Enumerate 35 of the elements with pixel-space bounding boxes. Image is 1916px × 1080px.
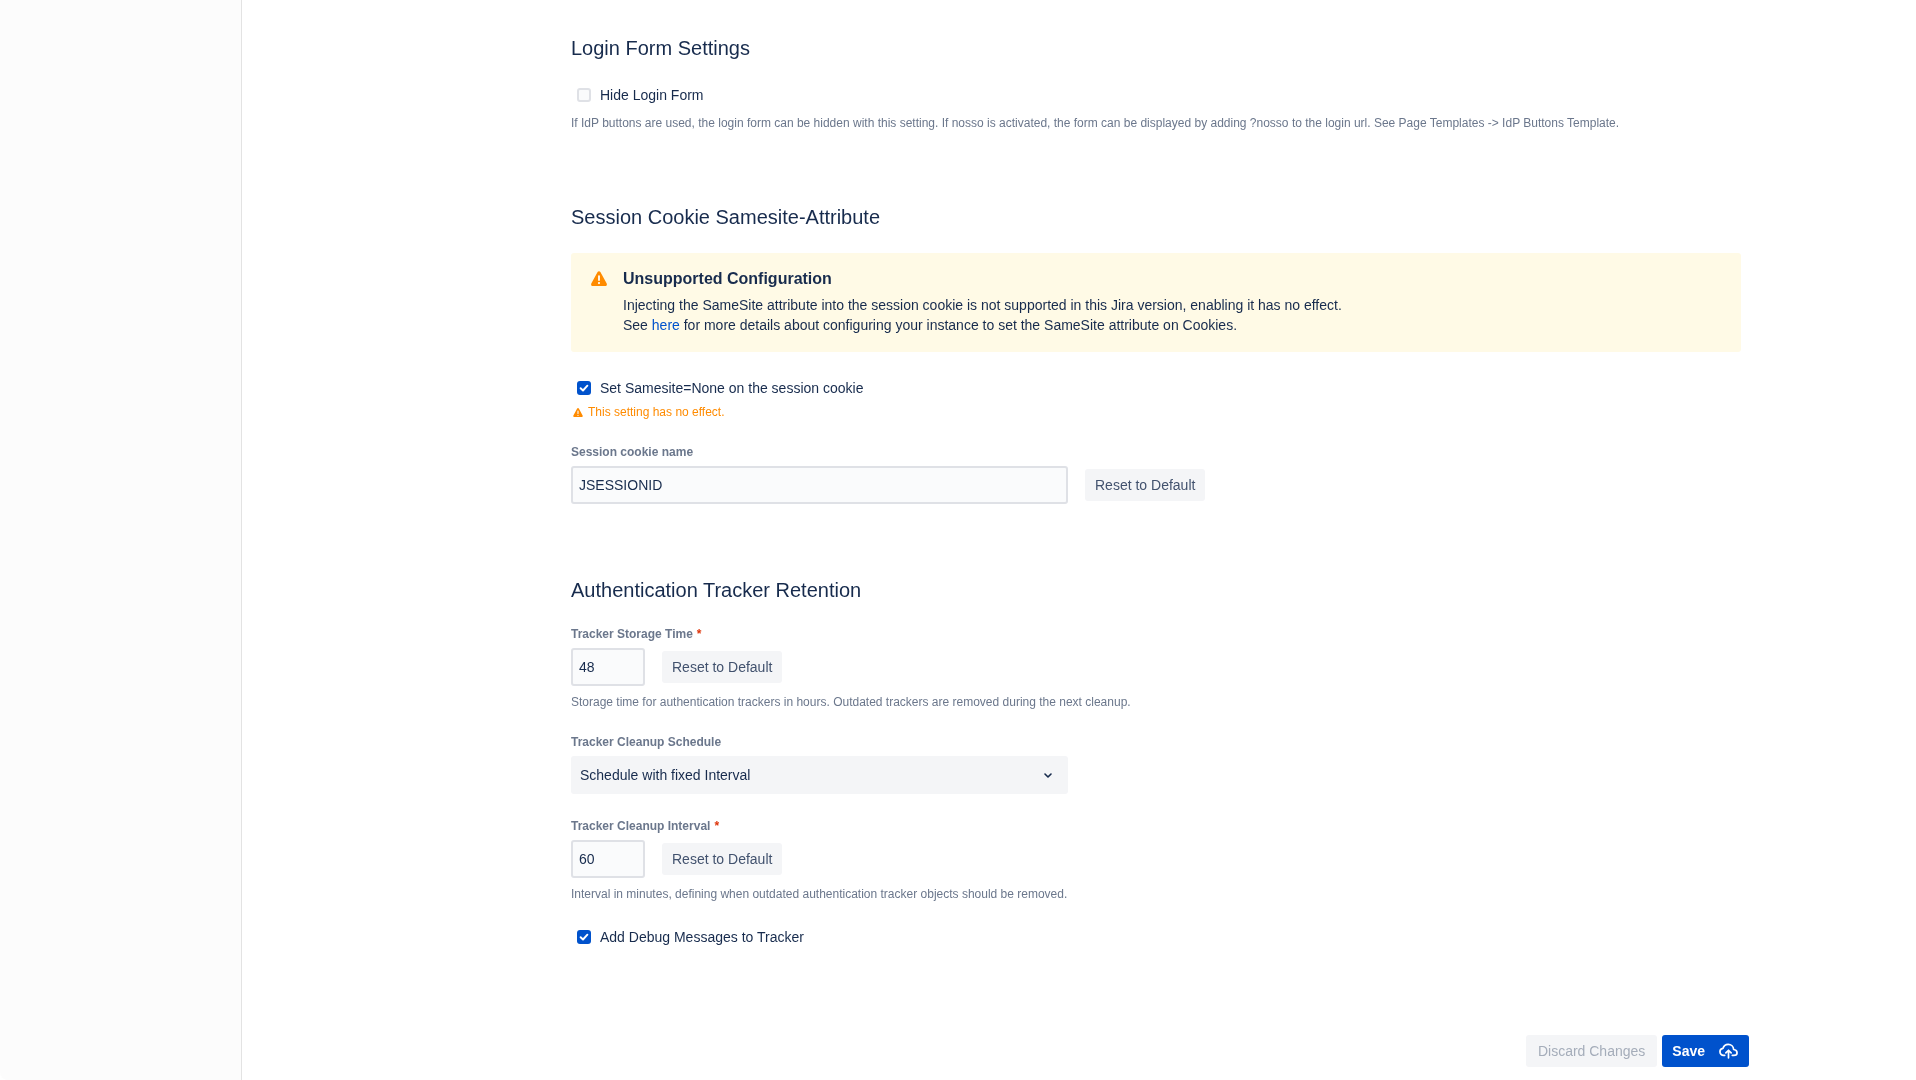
help-text: Interval in minutes, defining when outdated authentication tracker objects should be removed. <box>571 886 1069 902</box>
alert-title: Unsupported Configuration <box>623 269 833 289</box>
warning-icon <box>591 271 607 286</box>
help-text: If IdP buttons are used, the login form can be hidden with this setting. If nosso is activated, the form can be displayed by adding ?nosso to the login url. See Page Templates -> IdP Buttons Template. <box>571 115 1621 131</box>
reset-button[interactable]: Reset to Default <box>662 843 783 875</box>
chevron-down-icon <box>1044 772 1052 778</box>
reset-button[interactable]: Reset to Default <box>662 651 783 683</box>
field-label: Session cookie name <box>571 444 694 460</box>
checkbox-label: Add Debug Messages to Tracker <box>600 928 804 947</box>
link[interactable]: here <box>651 317 680 333</box>
field-label: Tracker Storage Time <box>571 626 693 642</box>
checkbox[interactable] <box>577 381 591 395</box>
section-heading: Session Cookie Samesite-Attribute <box>571 205 882 229</box>
checkbox-label: Hide Login Form <box>600 86 704 105</box>
cloud-upload-icon <box>1719 1043 1738 1059</box>
section-heading: Authentication Tracker Retention <box>571 578 863 602</box>
warning-message: This setting has no effect. <box>588 404 725 420</box>
checkbox[interactable] <box>577 930 591 944</box>
field-label: Tracker Cleanup Interval <box>571 818 711 834</box>
field-label: Tracker Cleanup Schedule <box>571 734 722 750</box>
alert-text: See here for more details about configuring your instance to set the SameSite attribute on Cookies. <box>623 316 1239 335</box>
reset-button[interactable]: Reset to Default <box>1085 469 1206 501</box>
warning-icon <box>573 407 583 417</box>
required-mark: * <box>714 818 720 834</box>
select-field[interactable]: Schedule with fixed Interval <box>571 756 1068 794</box>
save-button[interactable]: Save <box>1662 1035 1749 1067</box>
required-mark: * <box>696 626 702 642</box>
checkbox[interactable] <box>577 88 591 102</box>
checkbox-label: Set Samesite=None on the session cookie <box>600 379 864 398</box>
number-input[interactable]: 60 <box>571 840 645 878</box>
section-heading: Login Form Settings <box>571 36 751 60</box>
text-input[interactable]: JSESSIONID <box>571 466 1068 504</box>
alert-text: Injecting the SameSite attribute into the session cookie is not supported in this Jira version, enabling it has no effect. <box>623 296 1343 315</box>
help-text: Storage time for authentication trackers in hours. Outdated trackers are removed during the next cleanup. <box>571 694 1132 710</box>
number-input[interactable]: 48 <box>571 648 645 686</box>
